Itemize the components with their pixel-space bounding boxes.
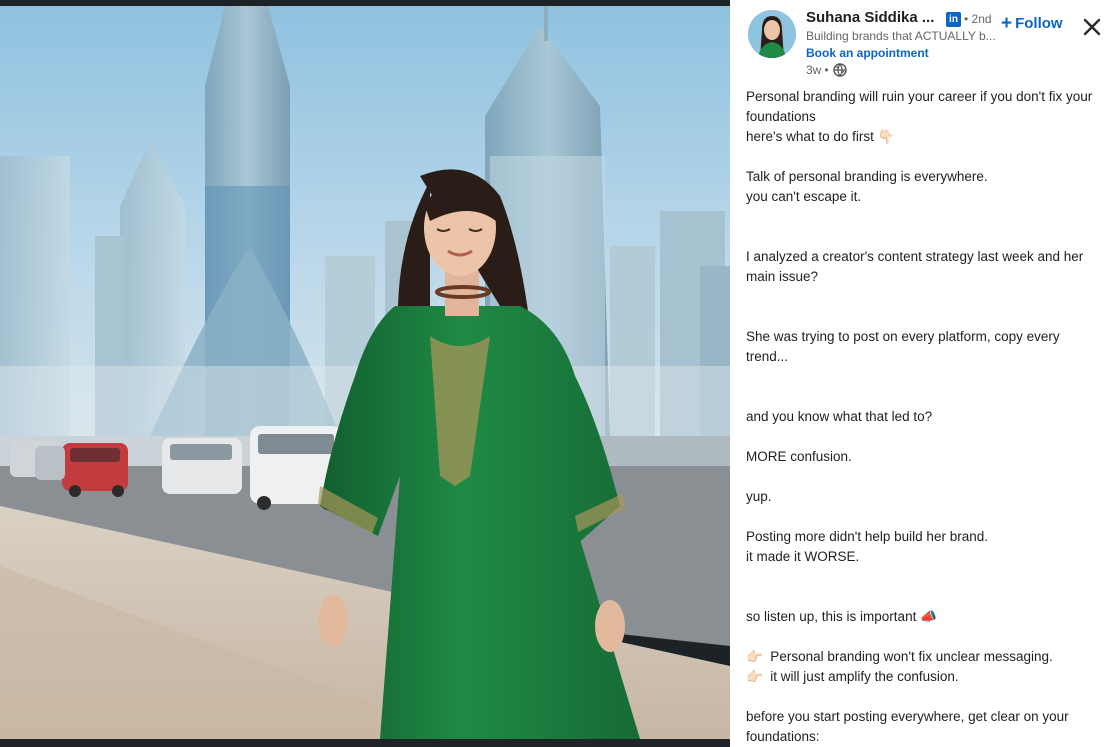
post-paragraph: you can't escape it. bbox=[746, 189, 862, 204]
follow-button[interactable]: + Follow bbox=[1001, 13, 1063, 35]
post-paragraph: and you know what that led to? bbox=[746, 409, 933, 424]
post-paragraph: here's what to do first 👇🏻 bbox=[746, 129, 895, 144]
follow-label: Follow bbox=[1015, 15, 1063, 32]
post-paragraph: before you start posting everywhere, get… bbox=[746, 709, 1073, 744]
linkedin-badge-icon: in bbox=[946, 12, 961, 27]
book-appointment-link[interactable]: Book an appointment bbox=[806, 46, 929, 60]
post-text: Personal branding will ruin your career … bbox=[746, 87, 1101, 747]
author-name[interactable]: Suhana Siddika ... bbox=[806, 9, 934, 26]
post-paragraph: 👉🏻 Personal branding won't fix unclear m… bbox=[746, 649, 1053, 664]
meta-separator: • bbox=[824, 63, 829, 77]
post-paragraph: yup. bbox=[746, 489, 772, 504]
post-paragraph: Posting more didn't help build her brand… bbox=[746, 529, 988, 544]
post-paragraph: so listen up, this is important 📣 bbox=[746, 609, 937, 624]
post-paragraph: Personal branding will ruin your career … bbox=[746, 89, 1097, 124]
close-icon[interactable] bbox=[1081, 16, 1103, 38]
connection-degree: • 2nd bbox=[964, 12, 992, 26]
post-paragraph: 👉🏻 it will just amplify the confusion. bbox=[746, 669, 959, 684]
post-detail-panel: Suhana Siddika ... in • 2nd + Follow Buil… bbox=[730, 0, 1105, 747]
post-age: 3w bbox=[806, 63, 822, 77]
post-paragraph: She was trying to post on every platform… bbox=[746, 329, 1064, 364]
avatar-image bbox=[748, 10, 796, 58]
post-paragraph: it made it WORSE. bbox=[746, 549, 860, 564]
post-paragraph: Talk of personal branding is everywhere. bbox=[746, 169, 988, 184]
post-paragraph: MORE confusion. bbox=[746, 449, 852, 464]
photo-scene bbox=[0, 6, 730, 739]
post-paragraph: I analyzed a creator's content strategy … bbox=[746, 249, 1088, 284]
author-headline: Building brands that ACTUALLY b... bbox=[806, 29, 996, 43]
globe-icon bbox=[832, 63, 847, 77]
avatar[interactable] bbox=[748, 10, 796, 58]
plus-icon: + bbox=[1001, 13, 1013, 34]
post-meta: 3w • bbox=[806, 63, 847, 77]
photo-bottom-bar bbox=[0, 739, 730, 747]
post-image[interactable] bbox=[0, 0, 730, 747]
